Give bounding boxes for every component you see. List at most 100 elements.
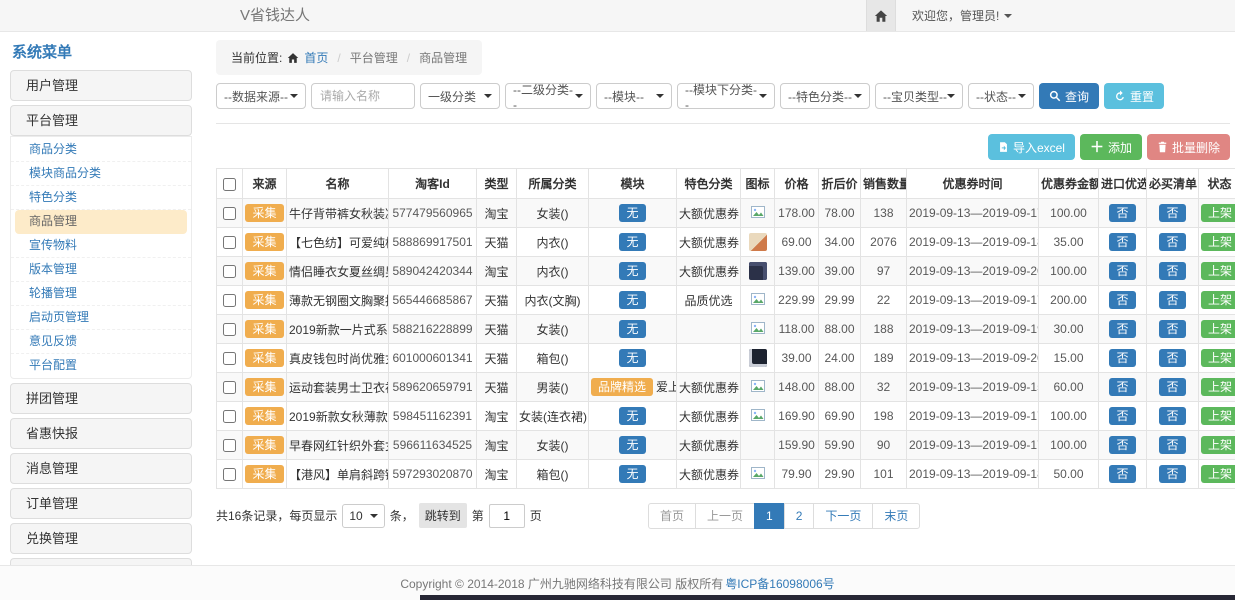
sidebar-section[interactable]: 省惠快报: [10, 418, 192, 449]
import-excel-button[interactable]: 导入excel: [988, 134, 1075, 160]
row-checkbox[interactable]: [223, 352, 236, 365]
must-buy-badge[interactable]: 否: [1159, 233, 1185, 251]
jump-to-button[interactable]: 跳转到: [419, 503, 467, 528]
must-buy-badge[interactable]: 否: [1159, 349, 1185, 367]
page-size-select[interactable]: 10: [342, 504, 384, 528]
sidebar-item[interactable]: 宣传物料: [11, 234, 191, 258]
cell-checkbox: [217, 402, 243, 431]
select-all-checkbox[interactable]: [223, 178, 236, 191]
cell-must-buy: 否: [1147, 199, 1199, 228]
status-badge[interactable]: 上架: [1201, 407, 1235, 425]
sidebar-item[interactable]: 轮播管理: [11, 282, 191, 306]
cell-feature: [677, 315, 741, 344]
cell-name: 情侣睡衣女夏丝绸男士...: [287, 257, 389, 286]
cell-checkbox: [217, 460, 243, 489]
add-button[interactable]: ＋ 添加: [1080, 134, 1142, 160]
import-select-badge[interactable]: 否: [1109, 465, 1135, 483]
row-checkbox[interactable]: [223, 410, 236, 423]
column-header: 必买清单: [1147, 169, 1199, 199]
must-buy-badge[interactable]: 否: [1159, 204, 1185, 222]
filter-select[interactable]: --状态--: [968, 83, 1034, 109]
sidebar-section[interactable]: 兑换管理: [10, 523, 192, 554]
page-button[interactable]: 下一页: [813, 503, 873, 529]
user-menu[interactable]: 欢迎您，管理员!: [896, 7, 1012, 24]
plus-icon: ＋: [1090, 142, 1104, 152]
filter-select-data-source[interactable]: --数据来源--: [216, 83, 306, 109]
import-select-badge[interactable]: 否: [1109, 349, 1135, 367]
sidebar-item[interactable]: 模块商品分类: [11, 162, 191, 186]
status-badge[interactable]: 上架: [1201, 378, 1235, 396]
home-button[interactable]: [866, 0, 896, 31]
import-select-badge[interactable]: 否: [1109, 291, 1135, 309]
name-search-input[interactable]: [311, 83, 415, 109]
status-badge[interactable]: 上架: [1201, 320, 1235, 338]
must-buy-badge[interactable]: 否: [1159, 262, 1185, 280]
filter-select[interactable]: --模块--: [596, 83, 672, 109]
import-select-badge[interactable]: 否: [1109, 262, 1135, 280]
must-buy-badge[interactable]: 否: [1159, 465, 1185, 483]
page-button[interactable]: 2: [784, 503, 815, 529]
cell-import-select: 否: [1099, 257, 1147, 286]
filter-select[interactable]: --特色分类--: [780, 83, 870, 109]
cell-type: 天猫: [477, 344, 517, 373]
status-badge[interactable]: 上架: [1201, 436, 1235, 454]
cell-price: 169.90: [775, 402, 819, 431]
import-select-badge[interactable]: 否: [1109, 407, 1135, 425]
status-badge[interactable]: 上架: [1201, 204, 1235, 222]
row-checkbox[interactable]: [223, 236, 236, 249]
cell-coupon-amount: 60.00: [1039, 373, 1099, 402]
icp-link[interactable]: 粤ICP备16098006号: [725, 575, 834, 592]
status-badge[interactable]: 上架: [1201, 262, 1235, 280]
page-button[interactable]: 上一页: [695, 503, 755, 529]
sidebar-section[interactable]: 用户管理: [10, 70, 192, 101]
row-checkbox[interactable]: [223, 468, 236, 481]
import-select-badge[interactable]: 否: [1109, 378, 1135, 396]
search-button[interactable]: 查询: [1039, 83, 1099, 109]
sidebar-item[interactable]: 特色分类: [11, 186, 191, 210]
must-buy-badge[interactable]: 否: [1159, 378, 1185, 396]
page-button[interactable]: 1: [754, 503, 785, 529]
row-checkbox[interactable]: [223, 207, 236, 220]
page-button[interactable]: 首页: [648, 503, 696, 529]
sidebar-item[interactable]: 意见反馈: [11, 330, 191, 354]
must-buy-badge[interactable]: 否: [1159, 436, 1185, 454]
filter-select[interactable]: 一级分类: [420, 83, 500, 109]
sidebar-item[interactable]: 启动页管理: [11, 306, 191, 330]
filter-select[interactable]: --宝贝类型--: [875, 83, 963, 109]
breadcrumb-home-link[interactable]: 首页: [304, 49, 328, 66]
row-checkbox[interactable]: [223, 294, 236, 307]
must-buy-badge[interactable]: 否: [1159, 291, 1185, 309]
sidebar-item[interactable]: 平台配置: [11, 354, 191, 377]
reset-button[interactable]: 重置: [1104, 83, 1164, 109]
filter-select[interactable]: --二级分类--: [505, 83, 591, 109]
import-select-badge[interactable]: 否: [1109, 320, 1135, 338]
sidebar-section[interactable]: 平台管理: [10, 105, 192, 136]
row-checkbox[interactable]: [223, 265, 236, 278]
batch-delete-button[interactable]: 批量删除: [1147, 134, 1230, 160]
must-buy-badge[interactable]: 否: [1159, 407, 1185, 425]
cell-import-select: 否: [1099, 286, 1147, 315]
sidebar-item[interactable]: 商品分类: [11, 138, 191, 162]
status-badge[interactable]: 上架: [1201, 349, 1235, 367]
import-select-badge[interactable]: 否: [1109, 204, 1135, 222]
column-header: 价格: [775, 169, 819, 199]
sidebar-item[interactable]: 版本管理: [11, 258, 191, 282]
import-select-badge[interactable]: 否: [1109, 233, 1135, 251]
sidebar-section[interactable]: 拼团管理: [10, 383, 192, 414]
row-checkbox[interactable]: [223, 381, 236, 394]
sidebar-section[interactable]: 订单管理: [10, 488, 192, 519]
status-badge[interactable]: 上架: [1201, 291, 1235, 309]
sidebar-section[interactable]: 消息管理: [10, 453, 192, 484]
cell-price: 79.90: [775, 460, 819, 489]
page-button[interactable]: 末页: [872, 503, 920, 529]
jump-page-input[interactable]: [489, 504, 525, 528]
status-badge[interactable]: 上架: [1201, 465, 1235, 483]
row-checkbox[interactable]: [223, 439, 236, 452]
import-select-badge[interactable]: 否: [1109, 436, 1135, 454]
status-badge[interactable]: 上架: [1201, 233, 1235, 251]
sidebar-section[interactable]: 结算管理: [10, 558, 192, 565]
must-buy-badge[interactable]: 否: [1159, 320, 1185, 338]
sidebar-item[interactable]: 商品管理: [15, 210, 187, 234]
row-checkbox[interactable]: [223, 323, 236, 336]
filter-select[interactable]: --模块下分类--: [677, 83, 775, 109]
